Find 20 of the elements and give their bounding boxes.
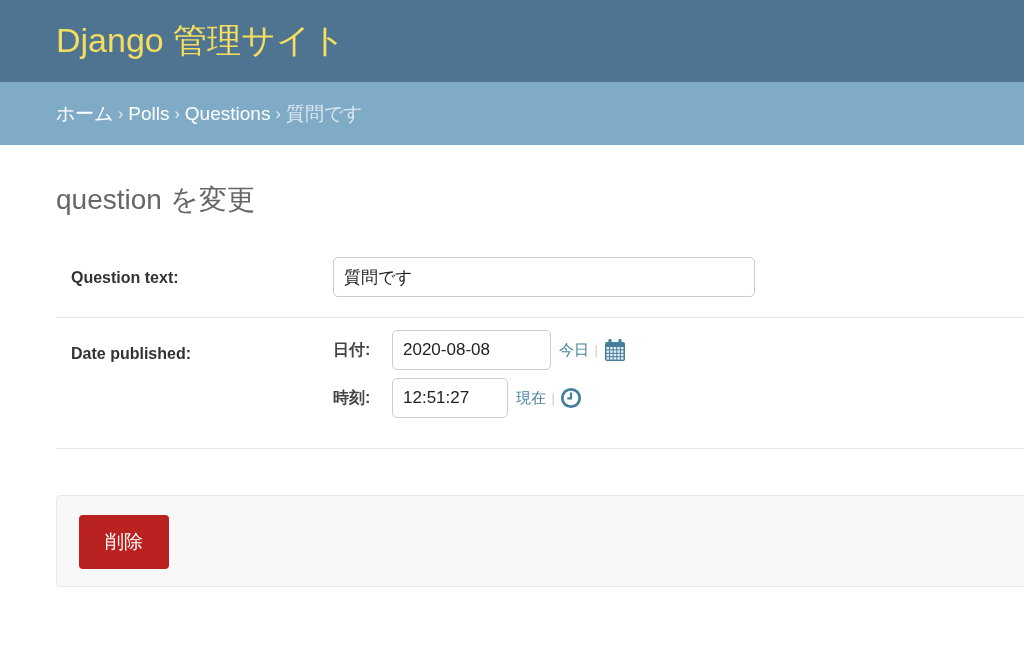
site-title[interactable]: Django 管理サイト — [56, 18, 347, 64]
breadcrumb-separator: › — [118, 104, 124, 123]
calendar-icon[interactable] — [603, 338, 628, 362]
separator: | — [551, 390, 556, 406]
time-input[interactable]: 12:51:27 — [392, 378, 508, 418]
today-link[interactable]: 今日 — [559, 340, 589, 360]
breadcrumb-current: 質問です — [285, 101, 362, 126]
delete-button[interactable]: 削除 — [79, 515, 169, 569]
breadcrumb-separator: › — [275, 104, 281, 123]
field-label: Question text: — [71, 268, 180, 288]
date-input[interactable]: 2020-08-08 — [392, 330, 551, 370]
field-label: Date published: — [71, 344, 192, 364]
date-label: 日付: — [333, 339, 372, 360]
now-link[interactable]: 現在 — [516, 388, 546, 408]
time-label: 時刻: — [333, 387, 372, 408]
separator: | — [594, 342, 599, 358]
breadcrumb-separator: › — [174, 104, 180, 123]
clock-icon[interactable] — [560, 387, 583, 409]
text-input[interactable]: 質問です — [333, 257, 755, 297]
page-title: question を変更 — [56, 183, 256, 217]
